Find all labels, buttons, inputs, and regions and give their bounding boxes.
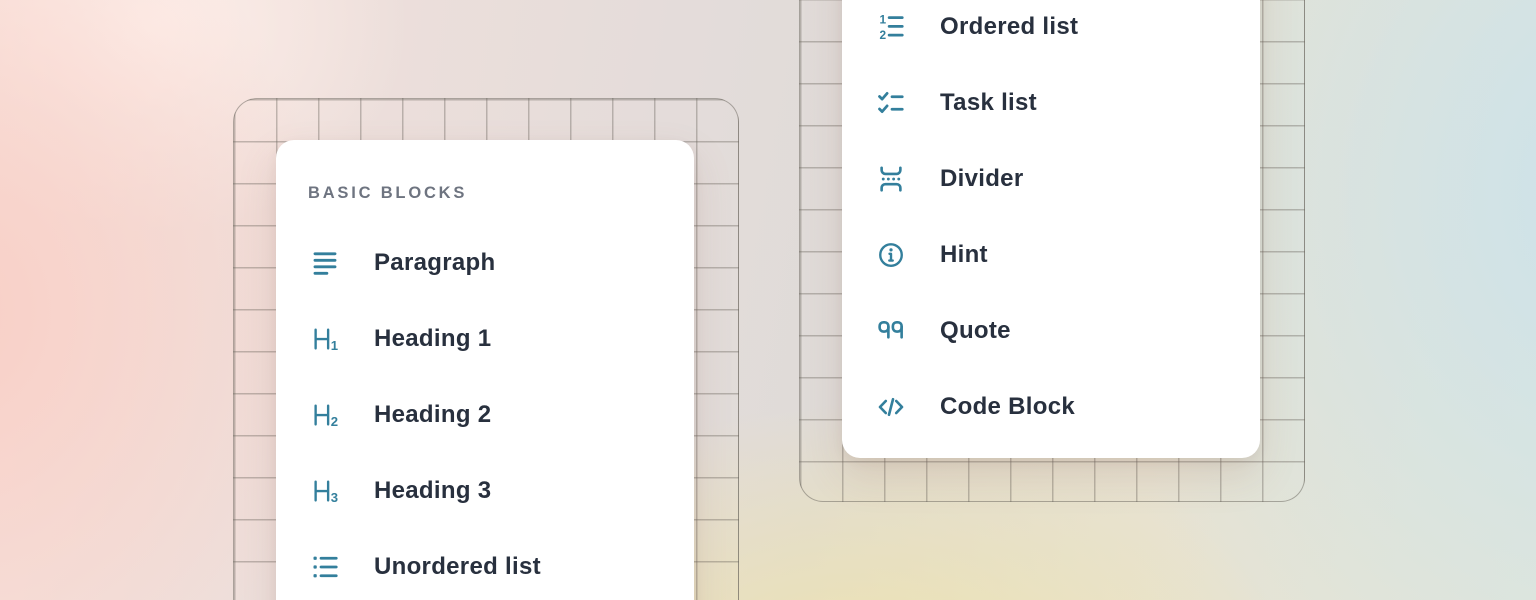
menu-item-hint[interactable]: Hint <box>842 217 1260 293</box>
menu-item-paragraph[interactable]: Paragraph <box>276 225 694 301</box>
menu-item-label: Ordered list <box>940 13 1078 41</box>
svg-text:2: 2 <box>880 28 887 42</box>
menu-section-title: BASIC BLOCKS <box>308 184 467 203</box>
unordered-list-icon <box>310 552 340 582</box>
menu-item-label: Task list <box>940 89 1037 117</box>
menu-item-label: Code Block <box>940 393 1075 421</box>
menu-item-label: Paragraph <box>374 249 495 277</box>
basic-blocks-menu: BASIC BLOCKS Paragraph 1 Heading 1 2 Heading… <box>276 140 694 600</box>
menu-item-label: Hint <box>940 241 988 269</box>
menu-item-label: Heading 3 <box>374 477 491 505</box>
menu-item-label: Heading 1 <box>374 325 491 353</box>
menu-item-label: Heading 2 <box>374 401 491 429</box>
hint-icon <box>876 240 906 270</box>
heading-1-icon: 1 <box>310 324 340 354</box>
heading-3-icon: 3 <box>310 476 340 506</box>
menu-item-heading-2[interactable]: 2 Heading 2 <box>276 377 694 453</box>
svg-text:1: 1 <box>331 338 338 353</box>
menu-item-heading-3[interactable]: 3 Heading 3 <box>276 453 694 529</box>
quote-icon <box>876 316 906 346</box>
ordered-list-icon: 12 <box>876 12 906 42</box>
menu-items-left: Paragraph 1 Heading 1 2 Heading 2 3 Heading 3 U… <box>276 225 694 600</box>
paragraph-icon <box>310 248 340 278</box>
menu-item-quote[interactable]: Quote <box>842 293 1260 369</box>
blocks-menu-continued: 12Ordered listTask listDividerHintQuoteC… <box>842 0 1260 458</box>
menu-item-heading-1[interactable]: 1 Heading 1 <box>276 301 694 377</box>
menu-item-task-list[interactable]: Task list <box>842 65 1260 141</box>
menu-item-label: Unordered list <box>374 553 541 581</box>
menu-item-label: Divider <box>940 165 1023 193</box>
menu-items-right: 12Ordered listTask listDividerHintQuoteC… <box>842 0 1260 445</box>
menu-item-label: Quote <box>940 317 1011 345</box>
divider-icon <box>876 164 906 194</box>
task-list-icon <box>876 88 906 118</box>
menu-item-code-block[interactable]: Code Block <box>842 369 1260 445</box>
svg-text:1: 1 <box>880 12 887 26</box>
editor-blocks-hero: BASIC BLOCKS Paragraph 1 Heading 1 2 Heading… <box>0 0 1536 600</box>
menu-item-unordered-list[interactable]: Unordered list <box>276 529 694 600</box>
menu-item-divider[interactable]: Divider <box>842 141 1260 217</box>
code-block-icon <box>876 392 906 422</box>
svg-text:2: 2 <box>331 414 338 429</box>
heading-2-icon: 2 <box>310 400 340 430</box>
svg-text:3: 3 <box>331 490 338 505</box>
menu-item-ordered-list[interactable]: 12Ordered list <box>842 0 1260 65</box>
